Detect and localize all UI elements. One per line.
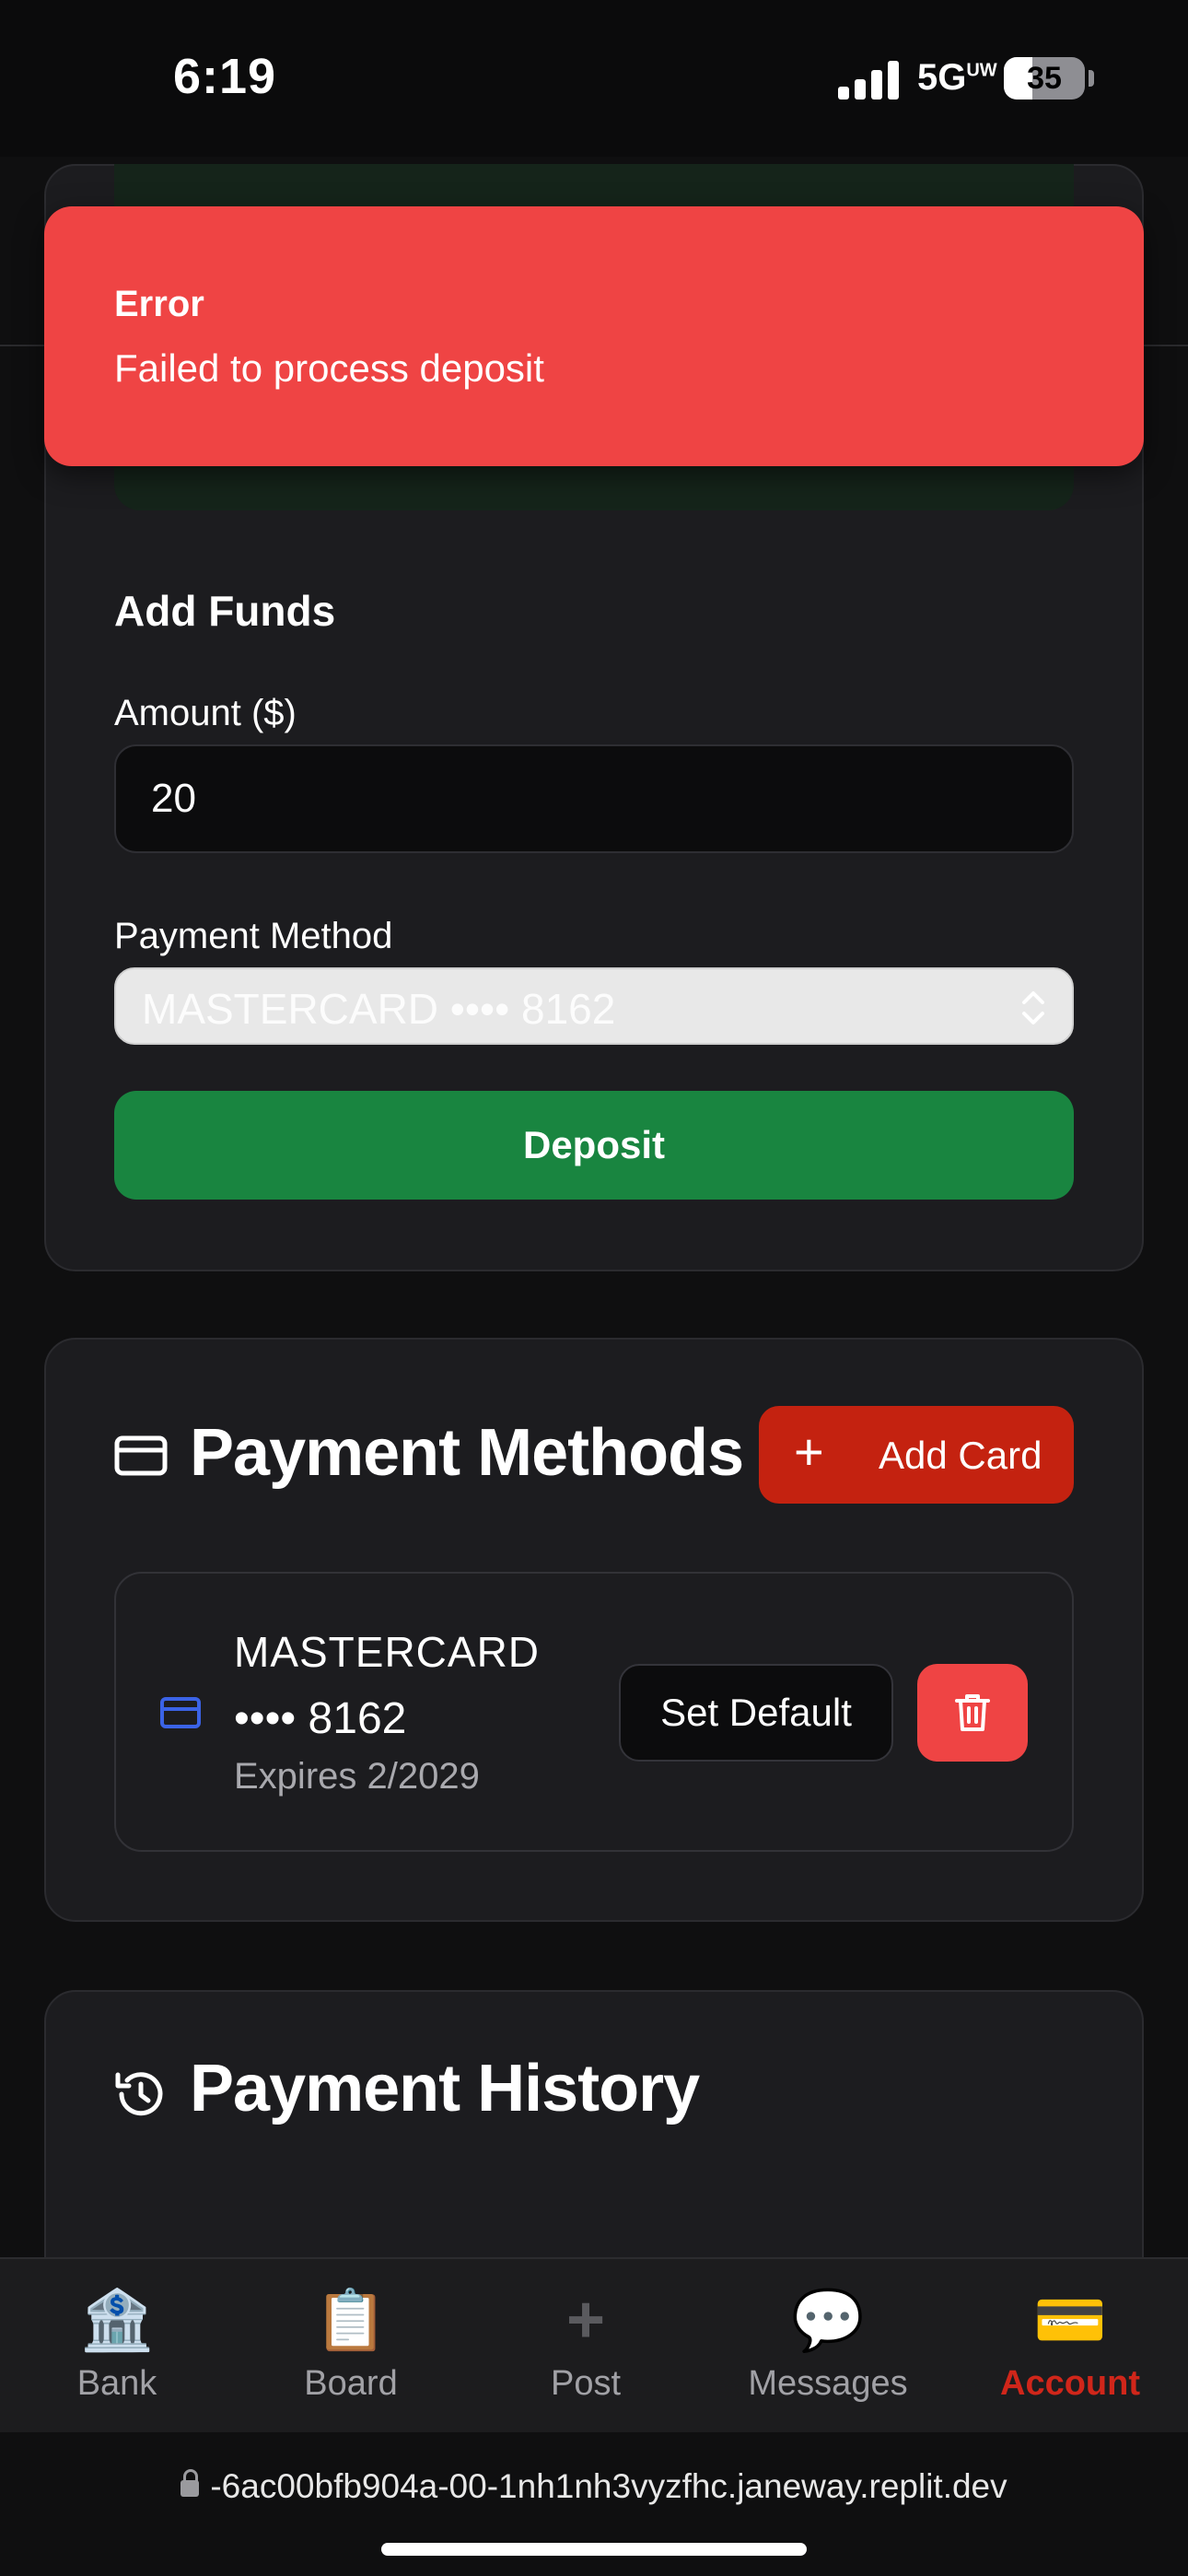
battery-level: 35 — [1027, 61, 1062, 96]
payment-method-label: Payment Method — [114, 916, 393, 956]
amount-input[interactable]: 20 — [114, 744, 1074, 853]
deposit-button[interactable]: Deposit — [114, 1091, 1074, 1200]
network-indicator: 5GUW — [917, 57, 997, 98]
status-time: 6:19 — [173, 49, 277, 104]
chevron-up-down-icon — [1022, 991, 1044, 1025]
nav-label-bank: Bank — [76, 2364, 157, 2403]
nav-item-messages[interactable]: 💬 Messages — [722, 2285, 934, 2404]
payment-method-select[interactable]: MASTERCARD •••• 8162 — [114, 967, 1074, 1045]
toast-title: Error — [114, 284, 204, 324]
card-number: •••• 8162 — [234, 1694, 407, 1743]
clipboard-icon: 📋 — [314, 2287, 388, 2353]
status-bar: 6:19 5GUW 35 — [0, 0, 1188, 157]
set-default-button[interactable]: Set Default — [619, 1664, 893, 1762]
nav-label-messages: Messages — [748, 2364, 908, 2403]
speech-bubble-icon: 💬 — [791, 2287, 865, 2353]
trash-icon — [955, 1694, 990, 1731]
bank-icon: 🏦 — [80, 2287, 154, 2353]
add-card-label: Add Card — [879, 1434, 1042, 1477]
nav-item-post[interactable]: + Post — [480, 2285, 692, 2404]
home-indicator — [381, 2543, 807, 2556]
add-funds-title: Add Funds — [114, 587, 336, 635]
lock-icon — [181, 2469, 200, 2498]
payment-methods-title: Payment Methods — [190, 1416, 744, 1490]
card-icon — [160, 1697, 201, 1728]
card-brand: MASTERCARD — [234, 1628, 541, 1676]
battery-tip — [1089, 70, 1094, 87]
payment-history-title: Payment History — [190, 2052, 700, 2125]
add-card-button[interactable]: + Add Card — [759, 1406, 1074, 1504]
toast-message: Failed to process deposit — [114, 346, 544, 390]
nav-label-board: Board — [304, 2364, 398, 2403]
nav-item-board[interactable]: 📋 Board — [245, 2285, 457, 2404]
battery-icon: 35 — [1004, 57, 1085, 100]
credit-card-icon: 💳 — [1033, 2287, 1107, 2353]
error-toast[interactable] — [44, 206, 1144, 466]
nav-label-account: Account — [1000, 2364, 1140, 2403]
nav-item-account[interactable]: 💳 Account — [964, 2285, 1176, 2404]
plus-icon: + — [565, 2283, 606, 2357]
signal-icon — [838, 59, 903, 100]
amount-label: Amount ($) — [114, 693, 297, 733]
history-icon — [115, 2072, 163, 2116]
payment-method-selected: MASTERCARD •••• 8162 — [142, 985, 616, 1033]
plus-icon: + — [794, 1423, 824, 1481]
delete-card-button[interactable] — [917, 1664, 1028, 1762]
url-field[interactable]: -6ac00bfb904a-00-1nh1nh3vyzfhc.janeway.r… — [0, 2467, 1188, 2506]
nav-label-post: Post — [550, 2364, 622, 2403]
credit-card-icon — [114, 1435, 168, 1476]
url-text: -6ac00bfb904a-00-1nh1nh3vyzfhc.janeway.r… — [210, 2467, 1007, 2505]
nav-item-bank[interactable]: 🏦 Bank — [11, 2285, 223, 2404]
card-expiry: Expires 2/2029 — [234, 1756, 480, 1797]
